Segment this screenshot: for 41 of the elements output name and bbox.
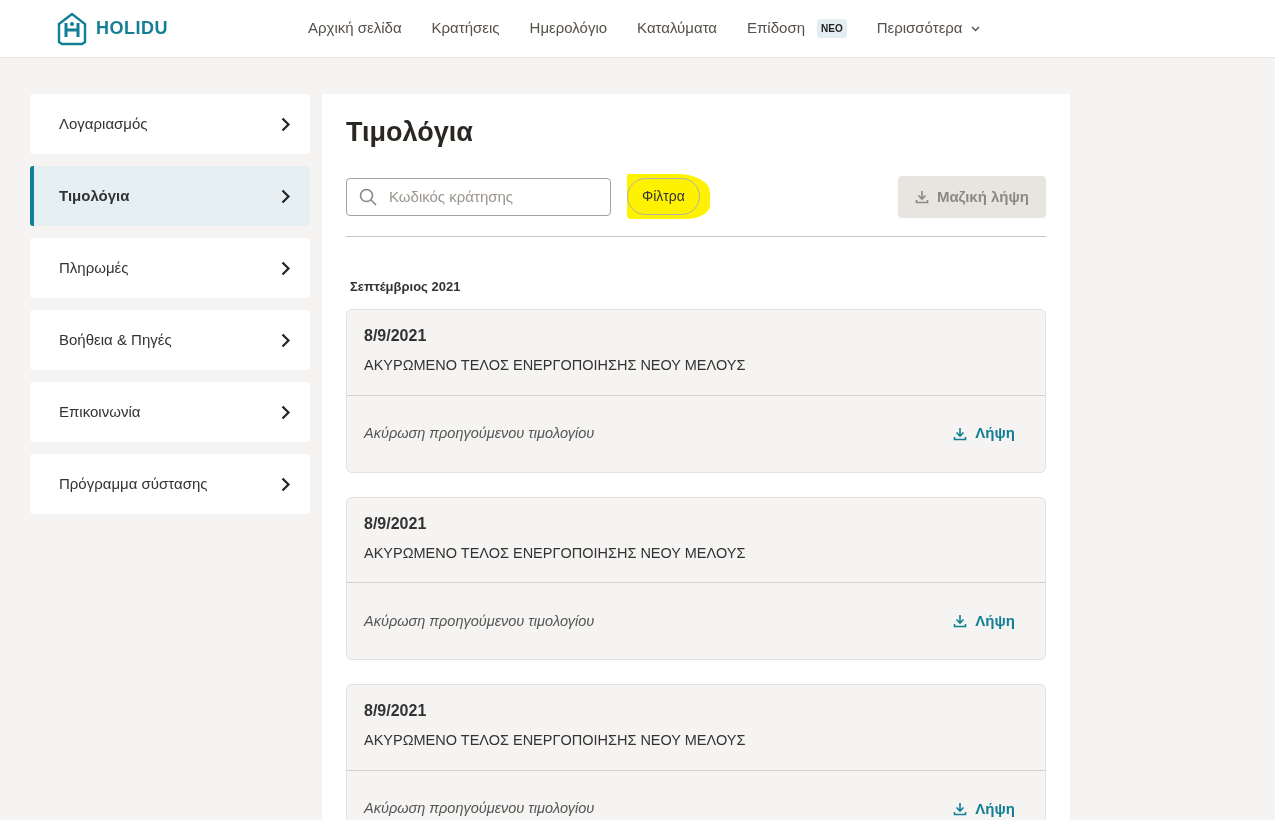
page-title: Τιμολόγια [346, 116, 474, 149]
sidebar-item[interactable]: Λογαριασμός [30, 94, 310, 154]
chevron-right-icon [281, 116, 290, 132]
invoice-note: Ακύρωση προηγούμενου τιμολογίου [364, 423, 595, 443]
chevron-right-icon [281, 260, 290, 276]
new-badge: NEO [817, 19, 847, 38]
sidebar-item[interactable]: Βοήθεια & Πηγές [30, 310, 310, 370]
nav-link[interactable]: Ημερολόγιο [529, 17, 608, 40]
invoice-title: ΑΚΥΡΩΜΕΝΟ ΤΕΛΟΣ ΕΝΕΡΓΟΠΟΙΗΣΗΣ ΝΕΟΥ ΜΕΛΟΥΣ [364, 355, 747, 375]
search-icon [359, 187, 377, 206]
nav-link[interactable]: Καταλύματα [637, 17, 717, 40]
chevron-right-icon [281, 332, 290, 348]
invoice-note: Ακύρωση προηγούμενου τιμολογίου [364, 611, 595, 631]
invoice-date: 8/9/2021 [364, 325, 428, 346]
month-heading: Σεπτέμβριος 2021 [350, 278, 462, 297]
download-icon [953, 614, 968, 629]
download-link[interactable]: Λήψη [953, 797, 1015, 820]
sidebar-item[interactable]: Τιμολόγια [30, 166, 310, 226]
download-icon [953, 426, 968, 441]
chevron-right-icon [281, 404, 290, 420]
nav-link[interactable]: Κρατήσεις [431, 17, 500, 40]
download-link[interactable]: Λήψη [953, 610, 1015, 633]
invoice-date: 8/9/2021 [364, 701, 428, 722]
sidebar-item[interactable]: Επικοινωνία [30, 382, 310, 442]
sidebar-item[interactable]: Πρόγραμμα σύστασης [30, 454, 310, 514]
invoice-title: ΑΚΥΡΩΜΕΝΟ ΤΕΛΟΣ ΕΝΕΡΓΟΠΟΙΗΣΗΣ ΝΕΟΥ ΜΕΛΟΥΣ [364, 731, 747, 751]
nav-link[interactable]: Περισσότερα [876, 17, 980, 40]
invoice-date: 8/9/2021 [364, 513, 428, 534]
house-logo-icon[interactable] [56, 11, 88, 46]
sidebar-item[interactable]: Πληρωμές [30, 238, 310, 298]
download-link[interactable]: Λήψη [953, 422, 1015, 445]
nav-link[interactable]: Επίδοση [747, 17, 805, 40]
nav-link[interactable]: Αρχική σελίδα [308, 17, 402, 40]
invoice-note: Ακύρωση προηγούμενου τιμολογίου [364, 799, 595, 819]
chevron-right-icon [281, 188, 290, 204]
download-icon [914, 189, 929, 204]
brand-name[interactable]: HOLIDU [96, 15, 168, 42]
invoice-title: ΑΚΥΡΩΜΕΝΟ ΤΕΛΟΣ ΕΝΕΡΓΟΠΟΙΗΣΗΣ ΝΕΟΥ ΜΕΛΟΥΣ [364, 543, 747, 563]
download-icon [953, 802, 968, 817]
search-field[interactable]: Κωδικός κράτησης [346, 177, 611, 216]
chevron-right-icon [281, 476, 290, 492]
